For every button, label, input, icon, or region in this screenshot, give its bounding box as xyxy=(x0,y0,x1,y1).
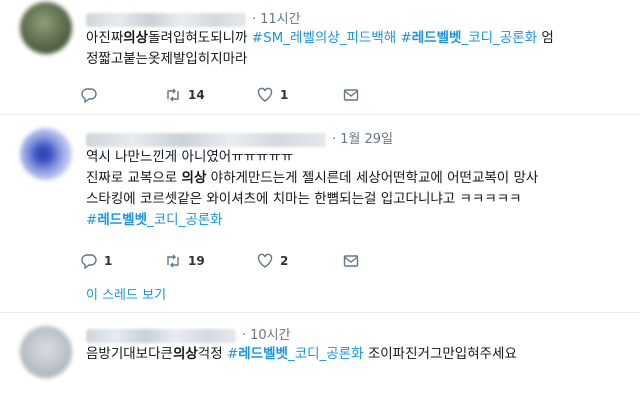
tweet-line: #레드벨벳_코디_공론화 xyxy=(86,210,626,231)
reply-button[interactable] xyxy=(80,84,104,106)
hashtag-link[interactable]: _코디_공론화 xyxy=(461,30,537,46)
tweet-header: · 11시간 xyxy=(86,8,301,27)
reply-icon xyxy=(81,88,97,104)
text-run: 의상 xyxy=(123,30,149,46)
hashtag-link[interactable]: #SM_레벨의상_피드백해 xyxy=(252,30,401,46)
retweet-icon xyxy=(167,254,179,268)
tweet-line: 진짜로 교복으로 의상 야하게만드는게 젤시른데 세상어떤학교에 어떤교복이 망… xyxy=(86,168,626,189)
reply-count: 1 xyxy=(104,254,113,268)
hashtag-link[interactable]: _코디_공론화 xyxy=(147,212,223,228)
tweet-line: 음방기대보다큰의상걱정 #레드벨벳_코디_공론화 조이파진거그만입혀주세요 xyxy=(86,344,626,365)
tweet-line: 정짧고붙는옷제발입히지마라 xyxy=(86,49,626,70)
text-run: 돌려입혀도되니까 xyxy=(148,30,252,46)
timestamp[interactable]: 1월 29일 xyxy=(340,132,393,147)
text-run: 아진짜 xyxy=(86,30,124,46)
hashtag-link[interactable]: # xyxy=(86,212,97,228)
heart-icon xyxy=(257,87,273,102)
blurred-username xyxy=(86,12,246,27)
avatar[interactable] xyxy=(20,2,72,54)
envelope-icon xyxy=(343,89,359,101)
text-run: 의상 xyxy=(172,346,198,362)
text-run: 스타킹에 코르셋같은 와이셔츠에 치마는 한뼘되는걸 입고다니냐고 ㅋㅋㅋㅋㅋ xyxy=(86,191,522,207)
tweet-line: 아진짜의상돌려입혀도되니까 #SM_레벨의상_피드백해 #레드벨벳_코디_공론화… xyxy=(86,28,626,49)
dm-button[interactable] xyxy=(342,84,366,106)
text-run: 조이파진거그만입혀주세요 xyxy=(363,346,517,362)
tweet-text: 아진짜의상돌려입혀도되니까 #SM_레벨의상_피드백해 #레드벨벳_코디_공론화… xyxy=(86,28,626,70)
heart-icon xyxy=(257,253,273,268)
tweet-text: 음방기대보다큰의상걱정 #레드벨벳_코디_공론화 조이파진거그만입혀주세요 xyxy=(86,344,626,365)
retweet-count: 14 xyxy=(188,88,205,102)
retweet-count: 19 xyxy=(188,254,205,268)
blurred-username xyxy=(86,132,326,147)
reply-icon xyxy=(81,254,97,270)
reply-button[interactable]: 1 xyxy=(80,250,112,272)
tweet-line: 역시 나만느낀게 아니였어ㅠㅠㅠㅠㅠ xyxy=(86,147,626,168)
text-run: 음방기대보다큰 xyxy=(86,346,173,362)
hashtag-link[interactable]: # xyxy=(227,346,238,362)
tweet-1: · 11시간 아진짜의상돌려입혀도되니까 #SM_레벨의상_피드백해 #레드벨벳_… xyxy=(0,0,640,112)
tweet-text: 역시 나만느낀게 아니였어ㅠㅠㅠㅠㅠ 진짜로 교복으로 의상 야하게만드는게 젤… xyxy=(86,147,626,231)
tweet-line: 스타킹에 코르셋같은 와이셔츠에 치마는 한뼘되는걸 입고다니냐고 ㅋㅋㅋㅋㅋ xyxy=(86,189,626,210)
timestamp[interactable]: 10시간 xyxy=(250,328,290,343)
hashtag-link[interactable]: # xyxy=(400,30,411,46)
divider xyxy=(0,312,640,313)
like-button[interactable]: 1 xyxy=(256,84,288,106)
retweet-icon xyxy=(167,88,179,102)
text-run: 진짜로 교복으로 xyxy=(86,170,182,186)
like-count: 1 xyxy=(280,88,289,102)
tweet-header: · 10시간 xyxy=(86,324,291,343)
text-run: 걱정 xyxy=(197,346,227,362)
tweet-3: · 10시간 음방기대보다큰의상걱정 #레드벨벳_코디_공론화 조이파진거그만입혀… xyxy=(0,314,640,409)
avatar[interactable] xyxy=(20,128,72,180)
dm-button[interactable] xyxy=(342,250,366,272)
tweet-header: · 1월 29일 xyxy=(86,128,393,147)
divider xyxy=(0,114,640,115)
hashtag-link[interactable]: 레드벨벳 xyxy=(97,212,147,228)
envelope-icon xyxy=(343,255,359,267)
text-run: 역시 나만느낀게 아니였어ㅠㅠㅠㅠㅠ xyxy=(86,149,294,165)
like-button[interactable]: 2 xyxy=(256,250,288,272)
show-thread-link[interactable]: 이 스레드 보기 xyxy=(86,284,166,303)
text-run: 야하게만드는게 젤시른데 세상어떤학교에 어떤교복이 망사 xyxy=(206,170,539,186)
tweet-2: · 1월 29일 역시 나만느낀게 아니였어ㅠㅠㅠㅠㅠ 진짜로 교복으로 의상 야… xyxy=(0,116,640,310)
text-run: 엄 xyxy=(537,30,554,46)
timestamp[interactable]: 11시간 xyxy=(260,12,300,27)
tweet-actions: 1 19 2 xyxy=(80,250,380,272)
hashtag-link[interactable]: 레드벨벳 xyxy=(238,346,288,362)
retweet-button[interactable]: 19 xyxy=(164,250,205,272)
text-run: 정짧고붙는옷제발입히지마라 xyxy=(86,51,248,67)
avatar[interactable] xyxy=(20,326,72,378)
like-count: 2 xyxy=(280,254,289,268)
blurred-username xyxy=(86,328,236,343)
hashtag-link[interactable]: _코디_공론화 xyxy=(288,346,364,362)
text-run: 의상 xyxy=(181,170,207,186)
tweet-actions: 14 1 xyxy=(80,84,380,106)
retweet-button[interactable]: 14 xyxy=(164,84,205,106)
hashtag-link[interactable]: 레드벨벳 xyxy=(412,30,462,46)
